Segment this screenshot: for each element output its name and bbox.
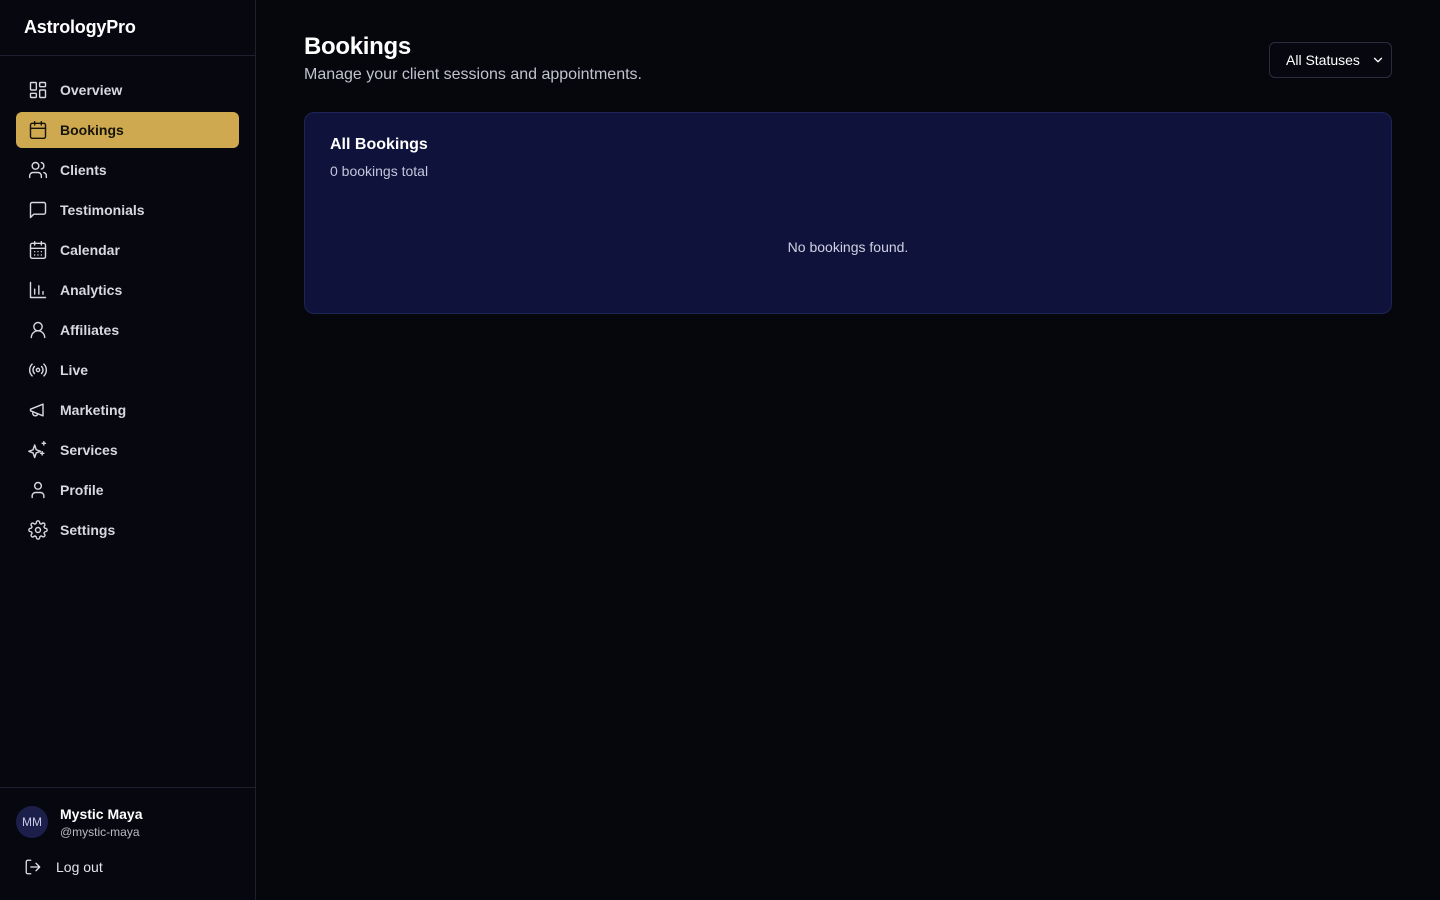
card-title: All Bookings bbox=[330, 136, 428, 153]
sidebar-item-label: Services bbox=[60, 442, 118, 458]
sidebar-nav: Overview Bookings Clients Testimonials C… bbox=[0, 56, 255, 548]
status-filter-select[interactable]: All Statuses bbox=[1269, 42, 1392, 78]
sidebar-item-label: Testimonials bbox=[60, 202, 145, 218]
sidebar-item-label: Affiliates bbox=[60, 322, 120, 338]
chevron-down-icon bbox=[1371, 53, 1385, 67]
sidebar-item-services[interactable]: Services bbox=[16, 432, 239, 468]
megaphone-icon bbox=[28, 400, 48, 420]
sidebar-item-label: Bookings bbox=[60, 122, 124, 138]
page-subtitle: Manage your client sessions and appointm… bbox=[304, 66, 642, 83]
page-title: Bookings bbox=[304, 33, 411, 60]
bar-chart-icon bbox=[28, 280, 48, 300]
radio-icon bbox=[28, 360, 48, 380]
bookings-count: 0 bookings total bbox=[330, 163, 429, 179]
logout-icon bbox=[25, 859, 41, 875]
sidebar-item-overview[interactable]: Overview bbox=[16, 72, 239, 108]
sidebar-item-analytics[interactable]: Analytics bbox=[16, 272, 239, 308]
calendar-days-icon bbox=[28, 240, 48, 260]
sidebar-item-label: Overview bbox=[60, 82, 123, 98]
status-filter-value: All Statuses bbox=[1286, 52, 1360, 68]
sidebar-item-label: Profile bbox=[60, 482, 104, 498]
message-square-icon bbox=[28, 200, 48, 220]
user-name: Mystic Maya bbox=[60, 806, 143, 822]
gear-icon bbox=[28, 520, 48, 540]
sidebar-item-live[interactable]: Live bbox=[16, 352, 239, 388]
app-title: AstrologyPro bbox=[0, 0, 255, 56]
sidebar-item-settings[interactable]: Settings bbox=[16, 512, 239, 548]
bookings-card: All Bookings 0 bookings total No booking… bbox=[304, 112, 1392, 314]
sidebar-item-marketing[interactable]: Marketing bbox=[16, 392, 239, 428]
user-handle: @mystic-maya bbox=[60, 825, 140, 839]
user-icon bbox=[28, 480, 48, 500]
sidebar-item-label: Marketing bbox=[60, 402, 127, 418]
sidebar-item-affiliates[interactable]: Affiliates bbox=[16, 312, 239, 348]
calendar-icon bbox=[28, 120, 48, 140]
sidebar-item-bookings[interactable]: Bookings bbox=[16, 112, 239, 148]
sparkles-icon bbox=[28, 440, 48, 460]
sidebar-item-label: Settings bbox=[60, 522, 116, 538]
sidebar-item-label: Live bbox=[60, 362, 89, 378]
grid-icon bbox=[28, 80, 48, 100]
user-circle-icon bbox=[28, 320, 48, 340]
user-panel: MM Mystic Maya @mystic-maya Log out bbox=[0, 787, 255, 900]
logout-label: Log out bbox=[56, 859, 103, 875]
users-icon bbox=[28, 160, 48, 180]
sidebar-item-clients[interactable]: Clients bbox=[16, 152, 239, 188]
sidebar: AstrologyPro Overview Bookings Clients T… bbox=[0, 0, 256, 900]
sidebar-item-testimonials[interactable]: Testimonials bbox=[16, 192, 239, 228]
sidebar-item-profile[interactable]: Profile bbox=[16, 472, 239, 508]
sidebar-item-label: Analytics bbox=[60, 282, 123, 298]
avatar: MM bbox=[16, 806, 48, 838]
sidebar-item-label: Calendar bbox=[60, 242, 120, 258]
logout-button[interactable]: Log out bbox=[24, 858, 103, 876]
sidebar-item-label: Clients bbox=[60, 162, 107, 178]
sidebar-item-calendar[interactable]: Calendar bbox=[16, 232, 239, 268]
empty-state-message: No bookings found. bbox=[787, 239, 909, 255]
